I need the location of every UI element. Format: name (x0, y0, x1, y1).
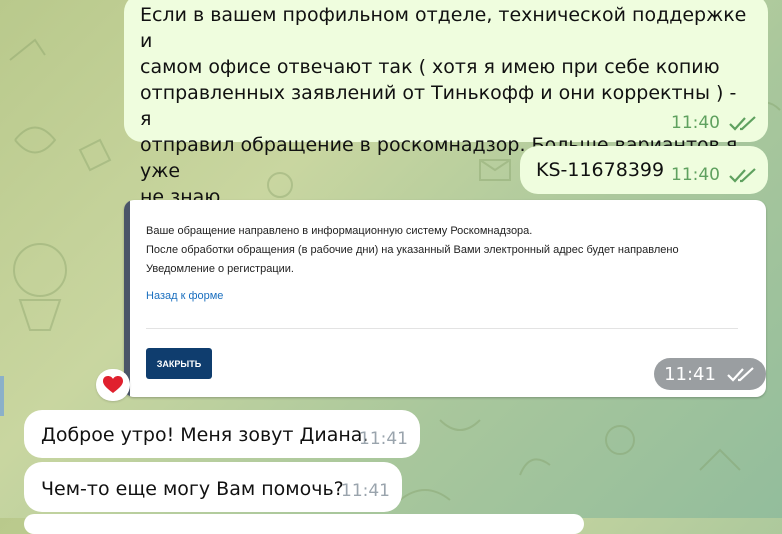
outgoing-message-complaint[interactable]: Если в вашем профильном отделе, техничес… (124, 0, 768, 208)
left-edge-strip (0, 376, 4, 416)
message-text: Чем-то еще могу Вам помочь? (41, 478, 344, 500)
double-check-icon (729, 116, 756, 131)
message-time: 11:40 (671, 113, 720, 133)
image-left-edge (124, 200, 130, 397)
message-line: отправленных заявлений от Тинькофф и они… (140, 82, 737, 130)
incoming-message-partial (24, 514, 584, 534)
message-time: 11:41 (341, 481, 390, 501)
double-check-icon (729, 168, 756, 183)
back-to-form-link: Назад к форме (146, 290, 224, 302)
message-line: Если в вашем профильном отделе, техничес… (140, 4, 747, 52)
heart-icon (103, 376, 123, 393)
outgoing-message-ticket[interactable]: KS-11678399 11:40 (520, 146, 768, 194)
message-line: самом офисе отвечают так ( хотя я имею п… (140, 56, 720, 78)
message-time: 11:40 (671, 165, 720, 185)
incoming-message-greeting[interactable]: Доброе утро! Меня зовут Диана. 11:41 (24, 410, 420, 458)
message-time: 11:41 (664, 363, 716, 385)
message-time: 11:41 (359, 429, 408, 449)
heart-reaction[interactable] (96, 369, 130, 401)
message-meta: 11:40 (671, 110, 758, 136)
message-text: Доброе утро! Меня зовут Диана. (41, 424, 369, 446)
notice-line: После обработки обращения (в рабочие дни… (146, 244, 679, 256)
image-time-badge: 11:41 (654, 358, 766, 390)
divider (146, 328, 738, 329)
close-button: ЗАКРЫТЬ (146, 348, 212, 379)
ticket-number: KS-11678399 (536, 159, 665, 181)
notice-line: Уведомление о регистрации. (146, 263, 294, 275)
incoming-message-help[interactable]: Чем-то еще могу Вам помочь? 11:41 (24, 462, 402, 512)
rkn-notice-text: Ваше обращение направлено в информационн… (146, 222, 746, 279)
double-check-icon (727, 367, 754, 382)
notice-line: Ваше обращение направлено в информационн… (146, 225, 533, 237)
message-meta: 11:40 (671, 162, 758, 188)
